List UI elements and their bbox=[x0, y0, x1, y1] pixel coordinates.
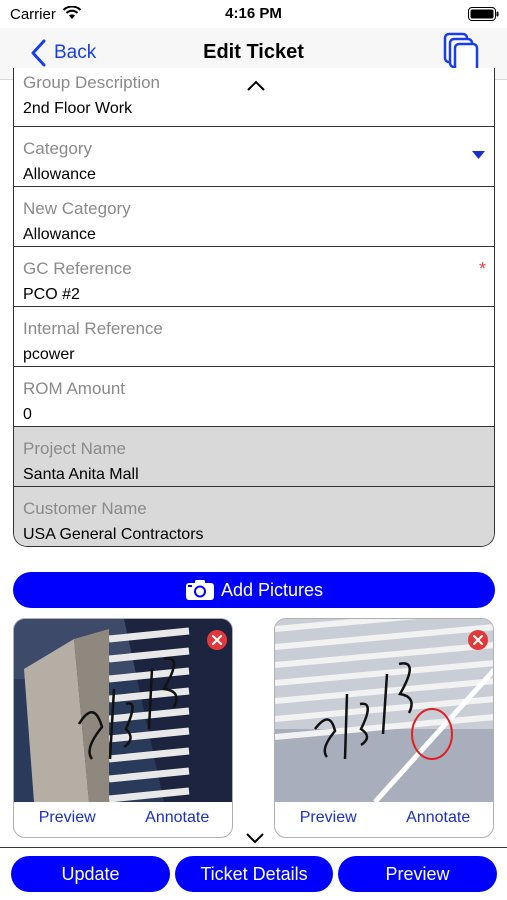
photo-thumbnail[interactable] bbox=[14, 619, 233, 802]
chevron-down-icon[interactable] bbox=[245, 832, 265, 844]
gc-reference-label: GC Reference bbox=[23, 259, 132, 278]
status-bar: Carrier 4:16 PM bbox=[0, 0, 507, 28]
internal-reference-label: Internal Reference bbox=[23, 319, 163, 338]
photo-card: Preview Annotate bbox=[13, 618, 233, 838]
preview-link[interactable]: Preview bbox=[39, 809, 96, 833]
dropdown-arrow-icon[interactable] bbox=[472, 151, 485, 159]
rom-amount-value: 0 bbox=[23, 406, 32, 423]
ticket-details-button[interactable]: Ticket Details bbox=[175, 856, 333, 892]
project-name-label: Project Name bbox=[23, 439, 126, 458]
group-description-label: Group Description bbox=[23, 73, 161, 92]
add-pictures-button[interactable]: Add Pictures bbox=[13, 572, 495, 608]
rom-amount-label: ROM Amount bbox=[23, 379, 126, 398]
internal-reference-field[interactable]: Internal Reference pcower bbox=[14, 307, 494, 367]
group-description-field[interactable]: Group Description 2nd Floor Work bbox=[14, 68, 494, 127]
delete-icon[interactable] bbox=[467, 629, 489, 651]
chevron-up-icon[interactable] bbox=[246, 80, 266, 92]
customer-name-field: Customer Name USA General Contractors bbox=[14, 487, 494, 546]
clock: 4:16 PM bbox=[225, 5, 282, 22]
new-category-field[interactable]: New Category Allowance bbox=[14, 187, 494, 247]
photo-thumbnail[interactable] bbox=[275, 619, 494, 802]
delete-icon[interactable] bbox=[206, 629, 228, 651]
gc-reference-field[interactable]: GC Reference PCO #2 * bbox=[14, 247, 494, 307]
battery-icon bbox=[468, 7, 499, 21]
photo-actions: Preview Annotate bbox=[14, 809, 232, 833]
ticket-form: Group Description 2nd Floor Work Categor… bbox=[13, 68, 495, 547]
gc-reference-value: PCO #2 bbox=[23, 286, 80, 303]
photo-card: Preview Annotate bbox=[274, 618, 494, 838]
add-pictures-label: Add Pictures bbox=[220, 579, 324, 600]
project-name-field: Project Name Santa Anita Mall bbox=[14, 427, 494, 487]
annotate-link[interactable]: Annotate bbox=[406, 809, 470, 833]
customer-name-label: Customer Name bbox=[23, 499, 147, 518]
preview-button[interactable]: Preview bbox=[338, 856, 497, 892]
required-marker: * bbox=[478, 259, 486, 279]
annotate-link[interactable]: Annotate bbox=[145, 809, 209, 833]
page-title: Edit Ticket bbox=[203, 41, 304, 63]
category-label: Category bbox=[23, 139, 92, 158]
photo-actions: Preview Annotate bbox=[275, 809, 493, 833]
rom-amount-field[interactable]: ROM Amount 0 bbox=[14, 367, 494, 427]
camera-icon bbox=[185, 580, 214, 600]
customer-name-value: USA General Contractors bbox=[23, 526, 204, 543]
category-value: Allowance bbox=[23, 166, 96, 183]
category-field[interactable]: Category Allowance bbox=[14, 127, 494, 187]
bottom-toolbar: Update Ticket Details Preview bbox=[0, 847, 507, 900]
project-name-value: Santa Anita Mall bbox=[23, 466, 139, 483]
group-description-value: 2nd Floor Work bbox=[23, 100, 133, 117]
new-category-value: Allowance bbox=[23, 226, 96, 243]
preview-link[interactable]: Preview bbox=[300, 809, 357, 833]
internal-reference-value: pcower bbox=[23, 346, 75, 363]
new-category-label: New Category bbox=[23, 199, 131, 218]
update-button[interactable]: Update bbox=[11, 856, 170, 892]
